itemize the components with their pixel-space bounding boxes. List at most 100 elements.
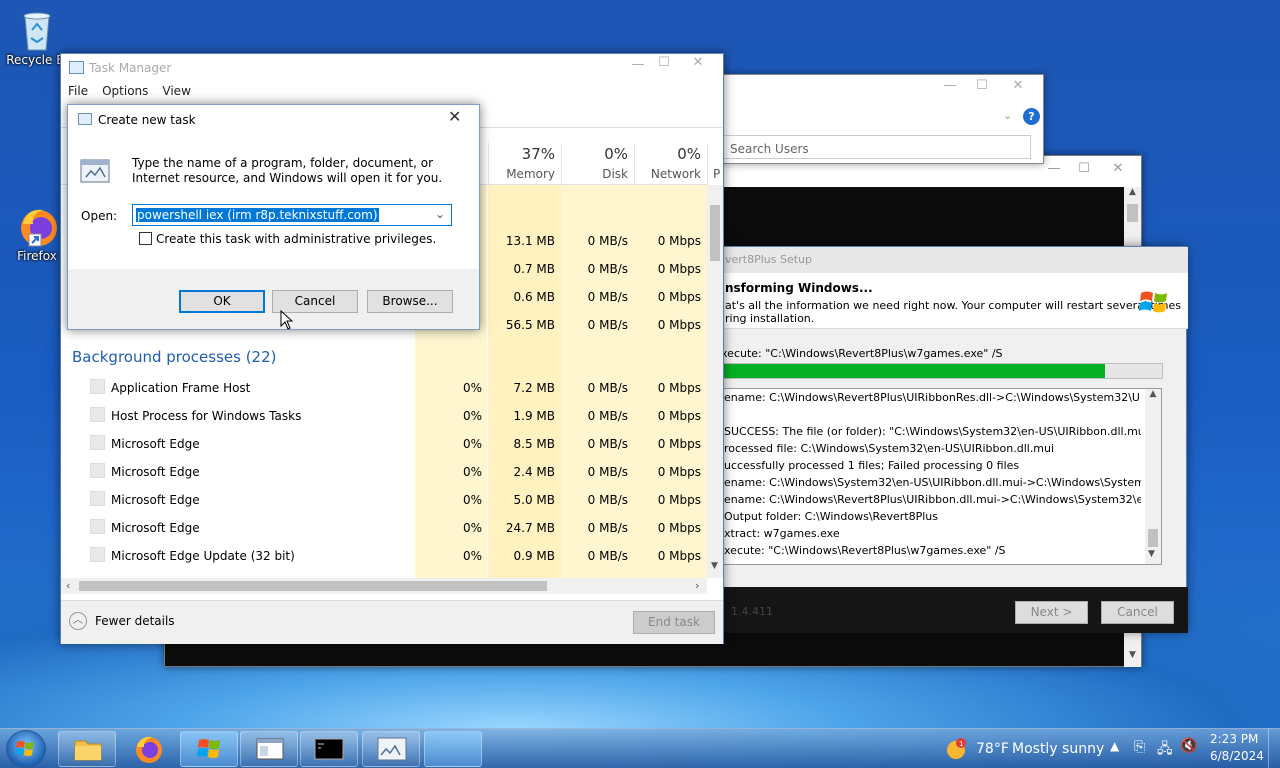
setup-window[interactable]: vert8Plus Setup nsforming Windows... at'… (700, 246, 1188, 633)
memory-cell: 0.7 MB (513, 262, 555, 276)
setup-log[interactable]: ename: C:\Windows\Revert8Plus\UIRibbonRe… (721, 388, 1162, 565)
taskbar-console[interactable] (300, 731, 358, 767)
open-label: Open: (81, 209, 118, 223)
network-cell: 0 Mbps (657, 409, 701, 423)
process-icon (90, 519, 105, 534)
network-column-header[interactable]: 0% Network (637, 145, 701, 181)
disk-cell: 0 MB/s (587, 493, 628, 507)
memory-cell: 56.5 MB (505, 318, 555, 332)
taskbar-blank-window[interactable] (424, 731, 482, 767)
process-icon (90, 379, 105, 394)
admin-privileges-checkbox[interactable] (139, 232, 152, 245)
tm-maximize-icon[interactable]: ☐ (655, 56, 673, 70)
recycle-bin-label: Recycle Bi (6, 53, 68, 67)
network-cell: 0 Mbps (657, 381, 701, 395)
memory-cell: 13.1 MB (505, 234, 555, 248)
search-users-input[interactable]: Search Users (723, 135, 1031, 159)
table-row[interactable]: Microsoft Edge Update (32 bit) 0% 0.9 MB… (61, 542, 707, 570)
table-row[interactable]: Host Process for Windows Tasks 0% 1.9 MB… (61, 402, 707, 430)
disk-cell: 0 MB/s (587, 437, 628, 451)
windows-logo-icon (15, 741, 34, 756)
menu-file[interactable]: File (68, 84, 88, 103)
chevron-down-icon[interactable]: ⌄ (1003, 109, 1012, 122)
tm-vertical-scrollbar[interactable]: ▼ (707, 185, 723, 578)
memory-column-header[interactable]: 37% Memory (491, 145, 555, 181)
table-row[interactable]: Microsoft Edge 0% 2.4 MB 0 MB/s 0 Mbps (61, 458, 707, 486)
volume-muted-icon[interactable]: 🔇 (1180, 738, 1197, 754)
taskbar-firefox[interactable] (120, 731, 178, 767)
console-maximize-icon[interactable]: ☐ (1075, 162, 1093, 176)
end-task-button[interactable]: End task (633, 611, 715, 634)
setup-log-scrollbar[interactable]: ▲ ▼ (1145, 389, 1161, 564)
execute-text: xecute: "C:\Windows\Revert8Plus\w7games.… (721, 347, 1003, 360)
cpu-cell: 0% (462, 437, 482, 451)
background-processes-header[interactable]: Background processes (22) (72, 348, 277, 366)
table-row[interactable]: Microsoft Edge 0% 24.7 MB 0 MB/s 0 Mbps (61, 514, 707, 542)
setup-subtext: at's all the information we need right n… (725, 299, 1181, 325)
disk-column-header[interactable]: 0% Disk (564, 145, 628, 181)
log-line: xtract: w7games.exe (724, 527, 840, 540)
dialog-icon (78, 113, 92, 125)
console-close-icon[interactable]: ✕ (1109, 162, 1127, 176)
weather-icon[interactable]: 1 (944, 737, 968, 764)
weather-temperature[interactable]: 78°F (976, 741, 1009, 757)
tm-minimize-icon[interactable]: — (629, 58, 647, 72)
network-icon[interactable]: 🖧 (1157, 738, 1173, 762)
network-cell: 0 Mbps (657, 290, 701, 304)
ok-button[interactable]: OK (179, 290, 265, 313)
cpu-cell: 0% (462, 465, 482, 479)
setup-cancel-button[interactable]: Cancel (1101, 601, 1174, 624)
recycle-bin-icon (17, 8, 57, 51)
open-combobox[interactable]: powershell iex (irm r8p.teknixstuff.com)… (132, 204, 452, 226)
network-cell: 0 Mbps (657, 437, 701, 451)
setup-heading: nsforming Windows... (725, 281, 873, 295)
cpu-cell: 0% (462, 521, 482, 535)
tm-close-icon[interactable]: ✕ (689, 56, 707, 70)
table-row[interactable]: Microsoft Edge 0% 5.0 MB 0 MB/s 0 Mbps (61, 486, 707, 514)
disk-cell: 0 MB/s (587, 521, 628, 535)
open-input[interactable]: powershell iex (irm r8p.teknixstuff.com) (136, 208, 379, 222)
chevron-up-icon: ︿ (69, 612, 87, 630)
tm-horizontal-scrollbar[interactable]: ‹ › (61, 578, 707, 594)
table-row[interactable]: Microsoft Edge 0% 8.5 MB 0 MB/s 0 Mbps (61, 430, 707, 458)
taskbar-task-manager[interactable] (362, 731, 420, 767)
browse-button[interactable]: Browse... (367, 290, 453, 313)
power-column-header[interactable]: P (713, 167, 723, 181)
memory-cell: 0.6 MB (513, 290, 555, 304)
log-line: ename: C:\Windows\Revert8Plus\UIRibbon.d… (724, 493, 1141, 506)
window-app-icon (256, 738, 284, 760)
chevron-down-icon[interactable]: ⌄ (435, 207, 445, 221)
memory-cell: 24.7 MB (505, 521, 555, 535)
start-button[interactable] (6, 730, 46, 768)
taskbar-file-explorer[interactable] (58, 731, 116, 767)
help-icon[interactable]: ? (1023, 108, 1040, 125)
next-button[interactable]: Next > (1015, 601, 1088, 624)
create-new-task-dialog[interactable]: Create new task ✕ Type the name of a pro… (67, 104, 480, 330)
process-name: Microsoft Edge (111, 493, 200, 507)
clock-date[interactable]: 6/8/2024 (1210, 749, 1264, 763)
taskbar-app-window[interactable] (240, 731, 298, 767)
log-line: Output folder: C:\Windows\Revert8Plus (724, 510, 938, 523)
cpu-cell: 0% (462, 381, 482, 395)
disk-cell: 0 MB/s (587, 234, 628, 248)
console-minimize-icon[interactable]: — (1045, 162, 1063, 176)
cpu-cell: 0% (462, 493, 482, 507)
process-name: Microsoft Edge (111, 521, 200, 535)
menu-view[interactable]: View (162, 84, 190, 103)
meet-now-icon[interactable]: ⎘ (1134, 739, 1145, 755)
show-desktop-button[interactable] (1268, 729, 1280, 768)
show-hidden-icons[interactable]: ▲ (1110, 739, 1119, 753)
users-window[interactable]: — ☐ ✕ ⌄ ? Search Users (700, 74, 1044, 164)
clock-time[interactable]: 2:23 PM (1210, 732, 1258, 746)
network-cell: 0 Mbps (657, 318, 701, 332)
menu-options[interactable]: Options (102, 84, 148, 103)
fewer-details-button[interactable]: ︿ Fewer details (69, 612, 175, 630)
users-maximize-icon[interactable]: ☐ (973, 79, 991, 93)
taskbar-setup[interactable] (180, 731, 238, 767)
users-close-icon[interactable]: ✕ (1009, 79, 1027, 93)
weather-description[interactable]: Mostly sunny (1012, 741, 1104, 757)
table-row[interactable]: Application Frame Host 0% 7.2 MB 0 MB/s … (61, 374, 707, 402)
dialog-close-icon[interactable]: ✕ (448, 107, 461, 126)
users-minimize-icon[interactable]: — (941, 79, 959, 93)
